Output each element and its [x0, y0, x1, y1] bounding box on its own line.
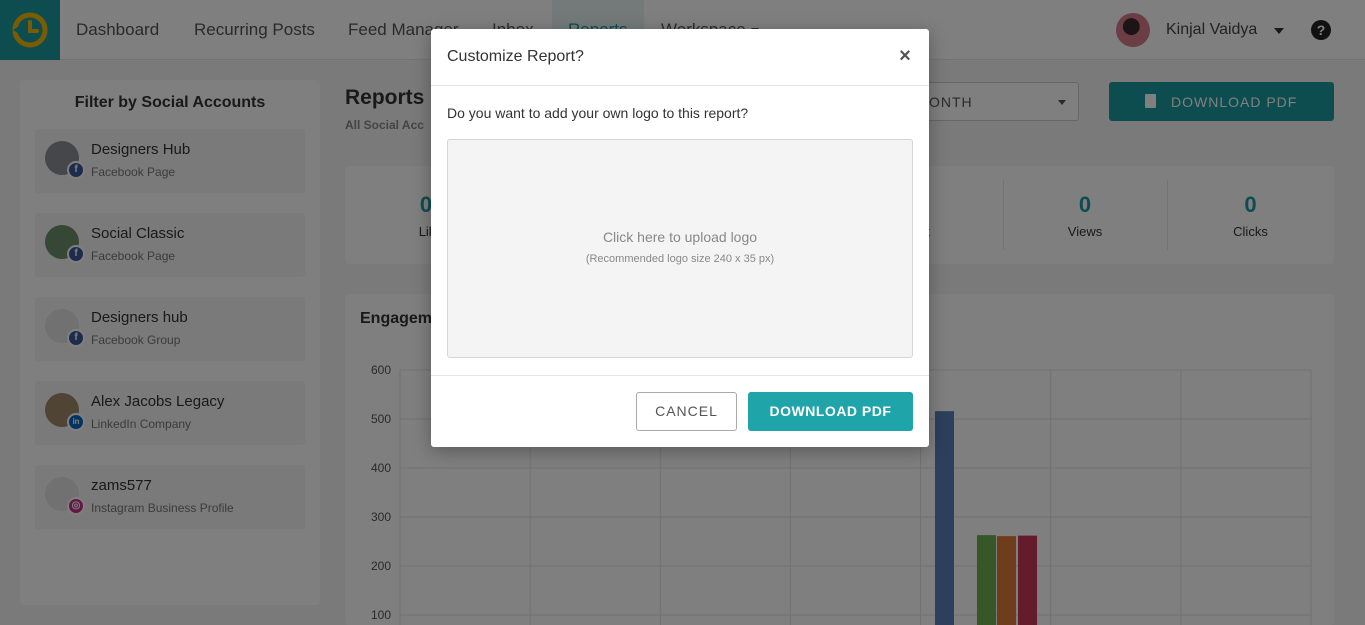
logo-upload-dropzone[interactable]: Click here to upload logo (Recommended l…: [447, 139, 913, 358]
modal-divider: [431, 375, 929, 376]
modal-download-pdf-button[interactable]: DOWNLOAD PDF: [748, 392, 913, 431]
cancel-button[interactable]: CANCEL: [636, 392, 737, 431]
upload-text: Click here to upload logo: [602, 229, 758, 245]
customize-report-modal: Customize Report? × Do you want to add y…: [431, 29, 929, 447]
modal-divider: [431, 85, 929, 86]
upload-hint: (Recommended logo size 240 x 35 px): [585, 253, 775, 265]
modal-question: Do you want to add your own logo to this…: [447, 105, 749, 121]
close-icon[interactable]: ×: [895, 45, 915, 67]
modal-title: Customize Report?: [447, 48, 584, 65]
